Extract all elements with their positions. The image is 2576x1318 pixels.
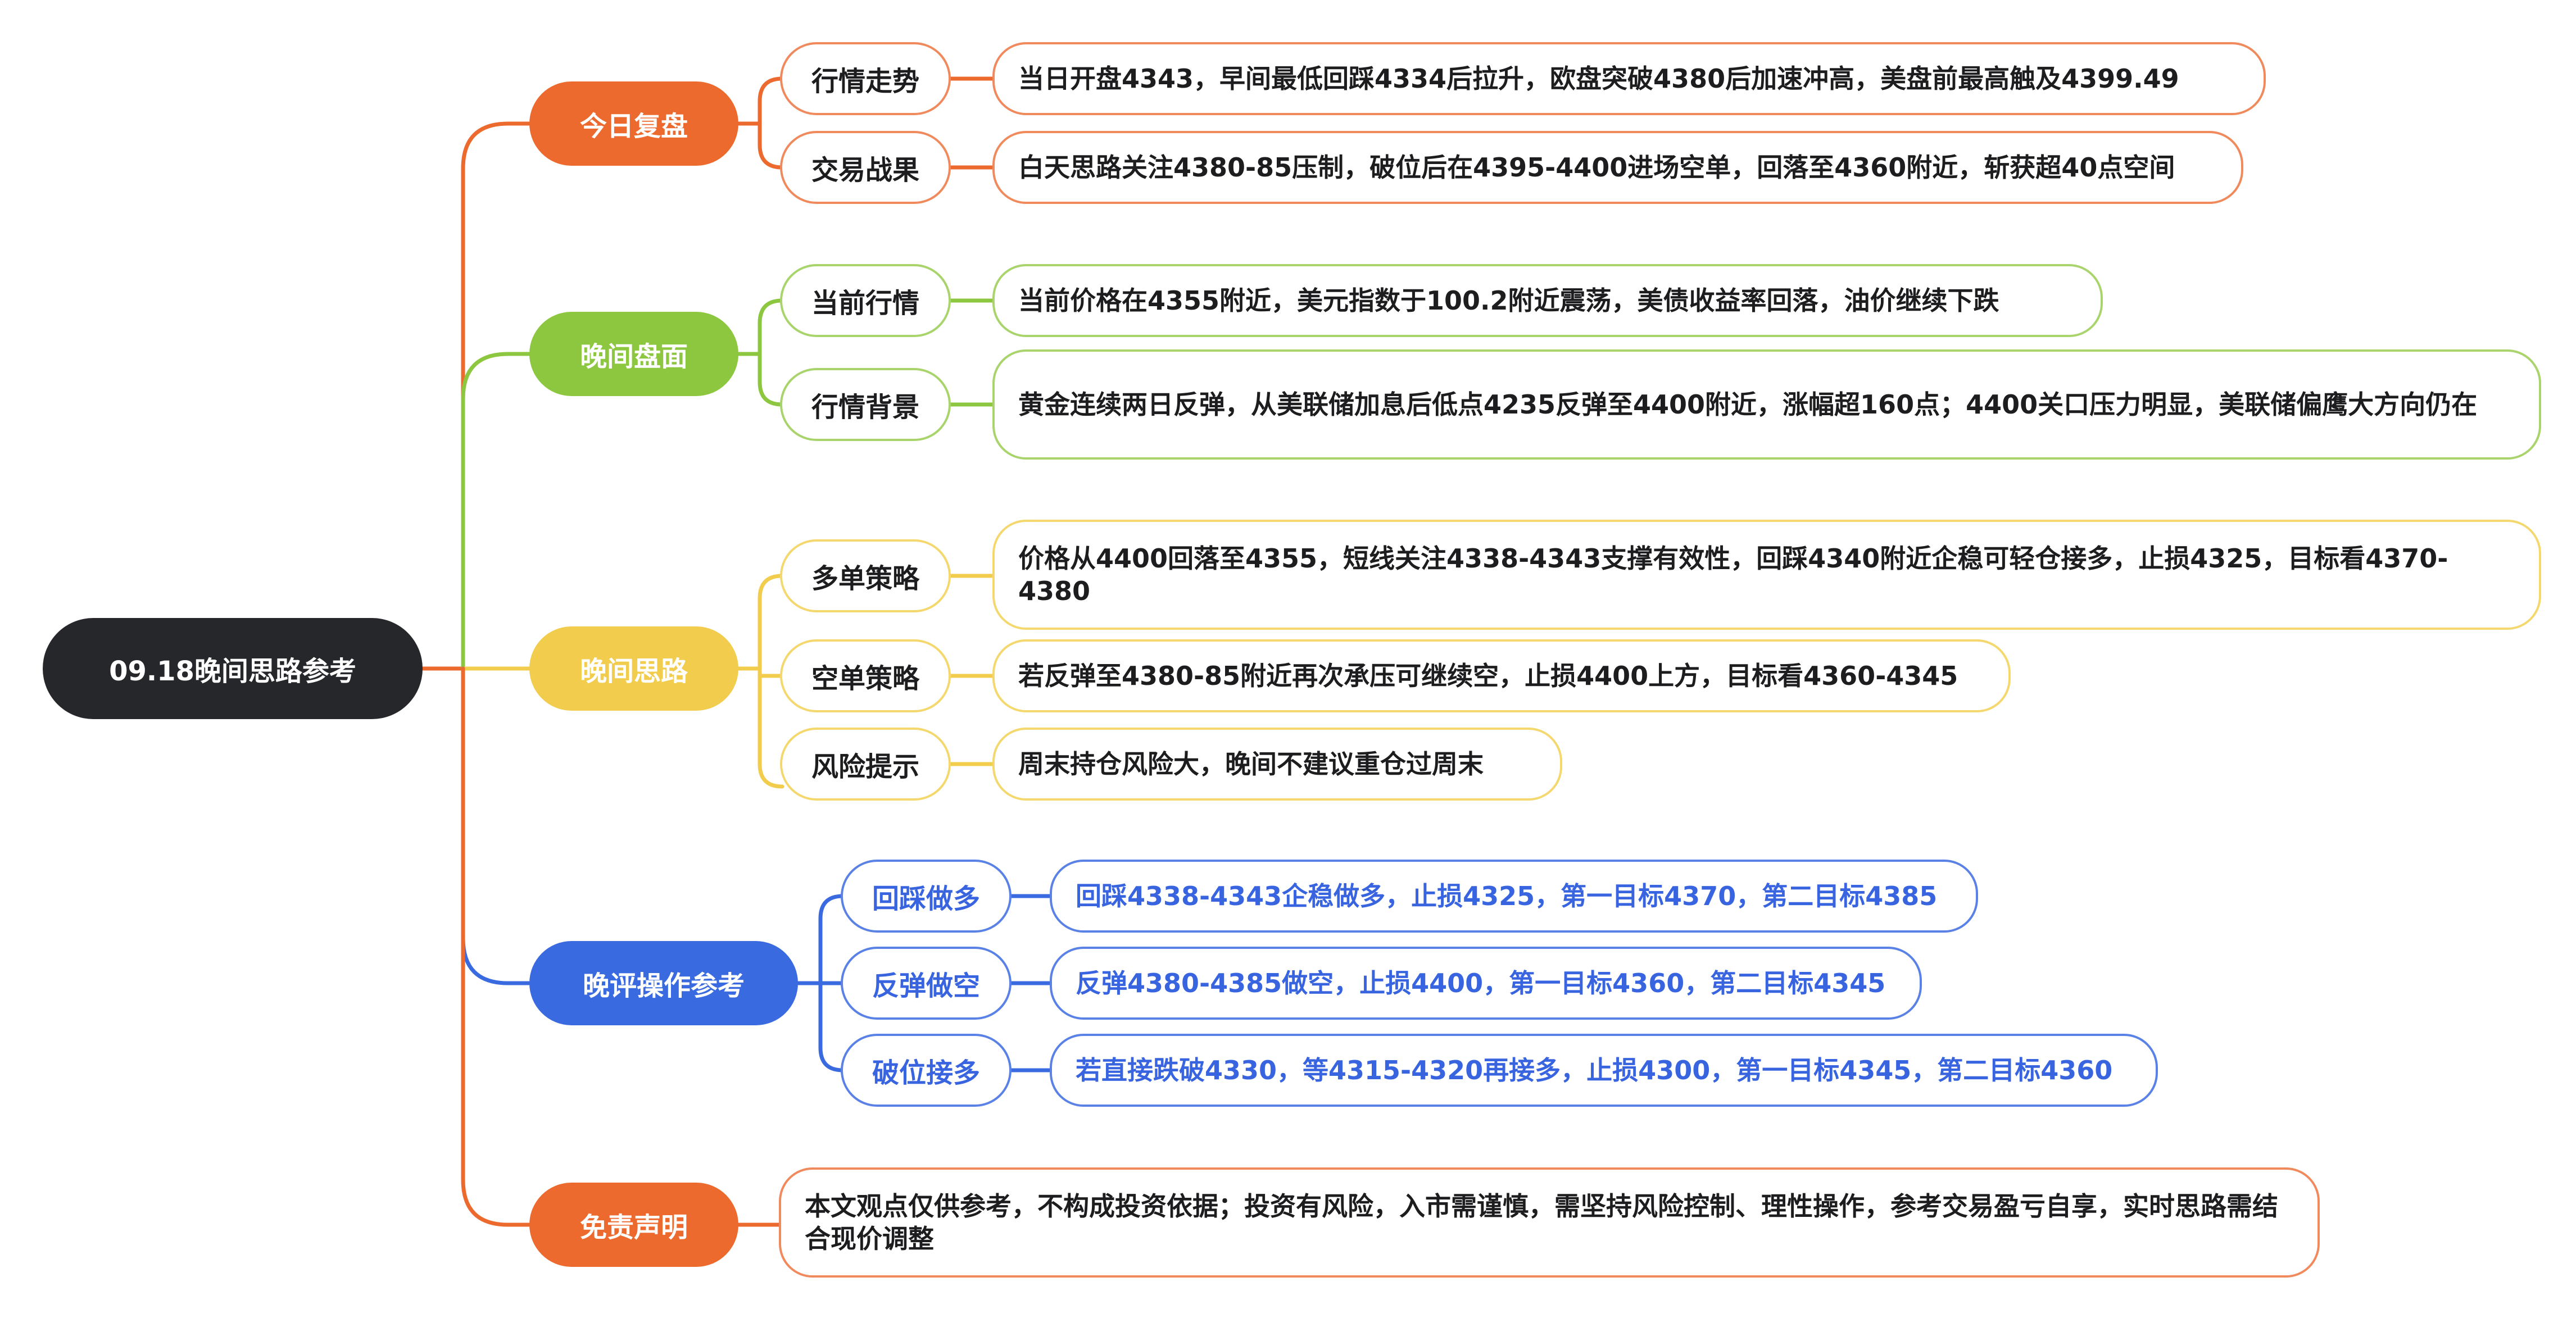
root-label: 09.18晚间思路参考: [109, 656, 356, 687]
branch-evening-market-label: 晚间盘面: [579, 341, 688, 372]
leaf-short-strategy-text: 若反弹至4380-85附近再次承压可继续空，止损4400上方，目标看4360-4…: [1018, 661, 1958, 691]
sub-buy-pullback: 回踩做多: [841, 860, 1012, 933]
sub-buy-breakdown-label: 破位接多: [872, 1057, 980, 1089]
branch-evening-market: 晚间盘面: [529, 312, 738, 396]
sub-market-trend: 行情走势: [780, 42, 951, 115]
sub-risk-warning: 风险提示: [780, 728, 951, 801]
sub-risk-warning-label: 风险提示: [811, 751, 919, 783]
leaf-sell-rebound: 反弹4380-4385做空，止损4400，第一目标4360，第二目标4345: [1050, 947, 1922, 1020]
sub-sell-rebound: 反弹做空: [841, 947, 1012, 1020]
leaf-buy-pullback: 回踩4338-4343企稳做多，止损4325，第一目标4370，第二目标4385: [1050, 860, 1978, 933]
leaf-long-strategy-text: 价格从4400回落至4355，短线关注4338-4343支撑有效性，回踩4340…: [1018, 543, 2448, 606]
sub-buy-breakdown: 破位接多: [841, 1034, 1012, 1107]
sub-market-background-label: 行情背景: [811, 392, 919, 423]
leaf-market-trend-text: 当日开盘4343，早间最低回踩4334后拉升，欧盘突破4380后加速冲高，美盘前…: [1018, 63, 2179, 94]
branch-disclaimer: 免责声明: [529, 1183, 738, 1267]
sub-market-trend-label: 行情走势: [811, 66, 919, 97]
sub-short-strategy-label: 空单策略: [811, 663, 919, 694]
branch-disclaimer-label: 免责声明: [579, 1212, 688, 1243]
branch-evening-strategy-label: 晚间思路: [579, 656, 688, 687]
leaf-buy-breakdown: 若直接跌破4330，等4315-4320再接多，止损4300，第一目标4345，…: [1050, 1034, 2158, 1107]
leaf-market-trend: 当日开盘4343，早间最低回踩4334后拉升，欧盘突破4380后加速冲高，美盘前…: [992, 42, 2266, 115]
sub-market-background: 行情背景: [780, 368, 951, 441]
leaf-buy-breakdown-text: 若直接跌破4330，等4315-4320再接多，止损4300，第一目标4345，…: [1076, 1055, 2113, 1085]
root-node: 09.18晚间思路参考: [43, 618, 423, 719]
sub-long-strategy-label: 多单策略: [811, 563, 919, 594]
leaf-market-background: 黄金连续两日反弹，从美联储加息后低点4235反弹至4400附近，涨幅超160点；…: [992, 349, 2541, 460]
sub-trade-result: 交易战果: [780, 131, 951, 204]
leaf-short-strategy: 若反弹至4380-85附近再次承压可继续空，止损4400上方，目标看4360-4…: [992, 639, 2011, 712]
leaf-current-market: 当前价格在4355附近，美元指数于100.2附近震荡，美债收益率回落，油价继续下…: [992, 264, 2103, 337]
mind-map: { "colors": { "root_bg": "#26272a", "ora…: [0, 0, 2576, 1318]
branch-review-label: 今日复盘: [579, 111, 688, 142]
branch-operation-reference: 晚评操作参考: [529, 941, 798, 1025]
sub-trade-result-label: 交易战果: [811, 154, 919, 186]
leaf-current-market-text: 当前价格在4355附近，美元指数于100.2附近震荡，美债收益率回落，油价继续下…: [1018, 285, 1999, 316]
leaf-disclaimer-text: 本文观点仅供参考，不构成投资依据；投资有风险，入市需谨慎，需坚持风险控制、理性操…: [805, 1191, 2278, 1254]
branch-review: 今日复盘: [529, 81, 738, 166]
sub-current-market: 当前行情: [780, 264, 951, 337]
leaf-long-strategy: 价格从4400回落至4355，短线关注4338-4343支撑有效性，回踩4340…: [992, 520, 2541, 630]
sub-current-market-label: 当前行情: [811, 288, 919, 319]
sub-long-strategy: 多单策略: [780, 539, 951, 612]
leaf-sell-rebound-text: 反弹4380-4385做空，止损4400，第一目标4360，第二目标4345: [1076, 968, 1886, 998]
leaf-trade-result: 白天思路关注4380-85压制，破位后在4395-4400进场空单，回落至436…: [992, 131, 2243, 204]
sub-short-strategy: 空单策略: [780, 639, 951, 712]
sub-buy-pullback-label: 回踩做多: [872, 883, 980, 915]
leaf-disclaimer: 本文观点仅供参考，不构成投资依据；投资有风险，入市需谨慎，需坚持风险控制、理性操…: [779, 1167, 2320, 1278]
leaf-risk-warning-text: 周末持仓风险大，晚间不建议重仓过周末: [1018, 749, 1484, 779]
branch-evening-strategy: 晚间思路: [529, 626, 738, 711]
leaf-buy-pullback-text: 回踩4338-4343企稳做多，止损4325，第一目标4370，第二目标4385: [1076, 881, 1938, 911]
branch-operation-reference-label: 晚评操作参考: [582, 970, 745, 1002]
sub-sell-rebound-label: 反弹做空: [872, 970, 980, 1002]
leaf-risk-warning: 周末持仓风险大，晚间不建议重仓过周末: [992, 728, 1562, 801]
leaf-market-background-text: 黄金连续两日反弹，从美联储加息后低点4235反弹至4400附近，涨幅超160点；…: [1018, 389, 2478, 420]
leaf-trade-result-text: 白天思路关注4380-85压制，破位后在4395-4400进场空单，回落至436…: [1018, 152, 2175, 183]
